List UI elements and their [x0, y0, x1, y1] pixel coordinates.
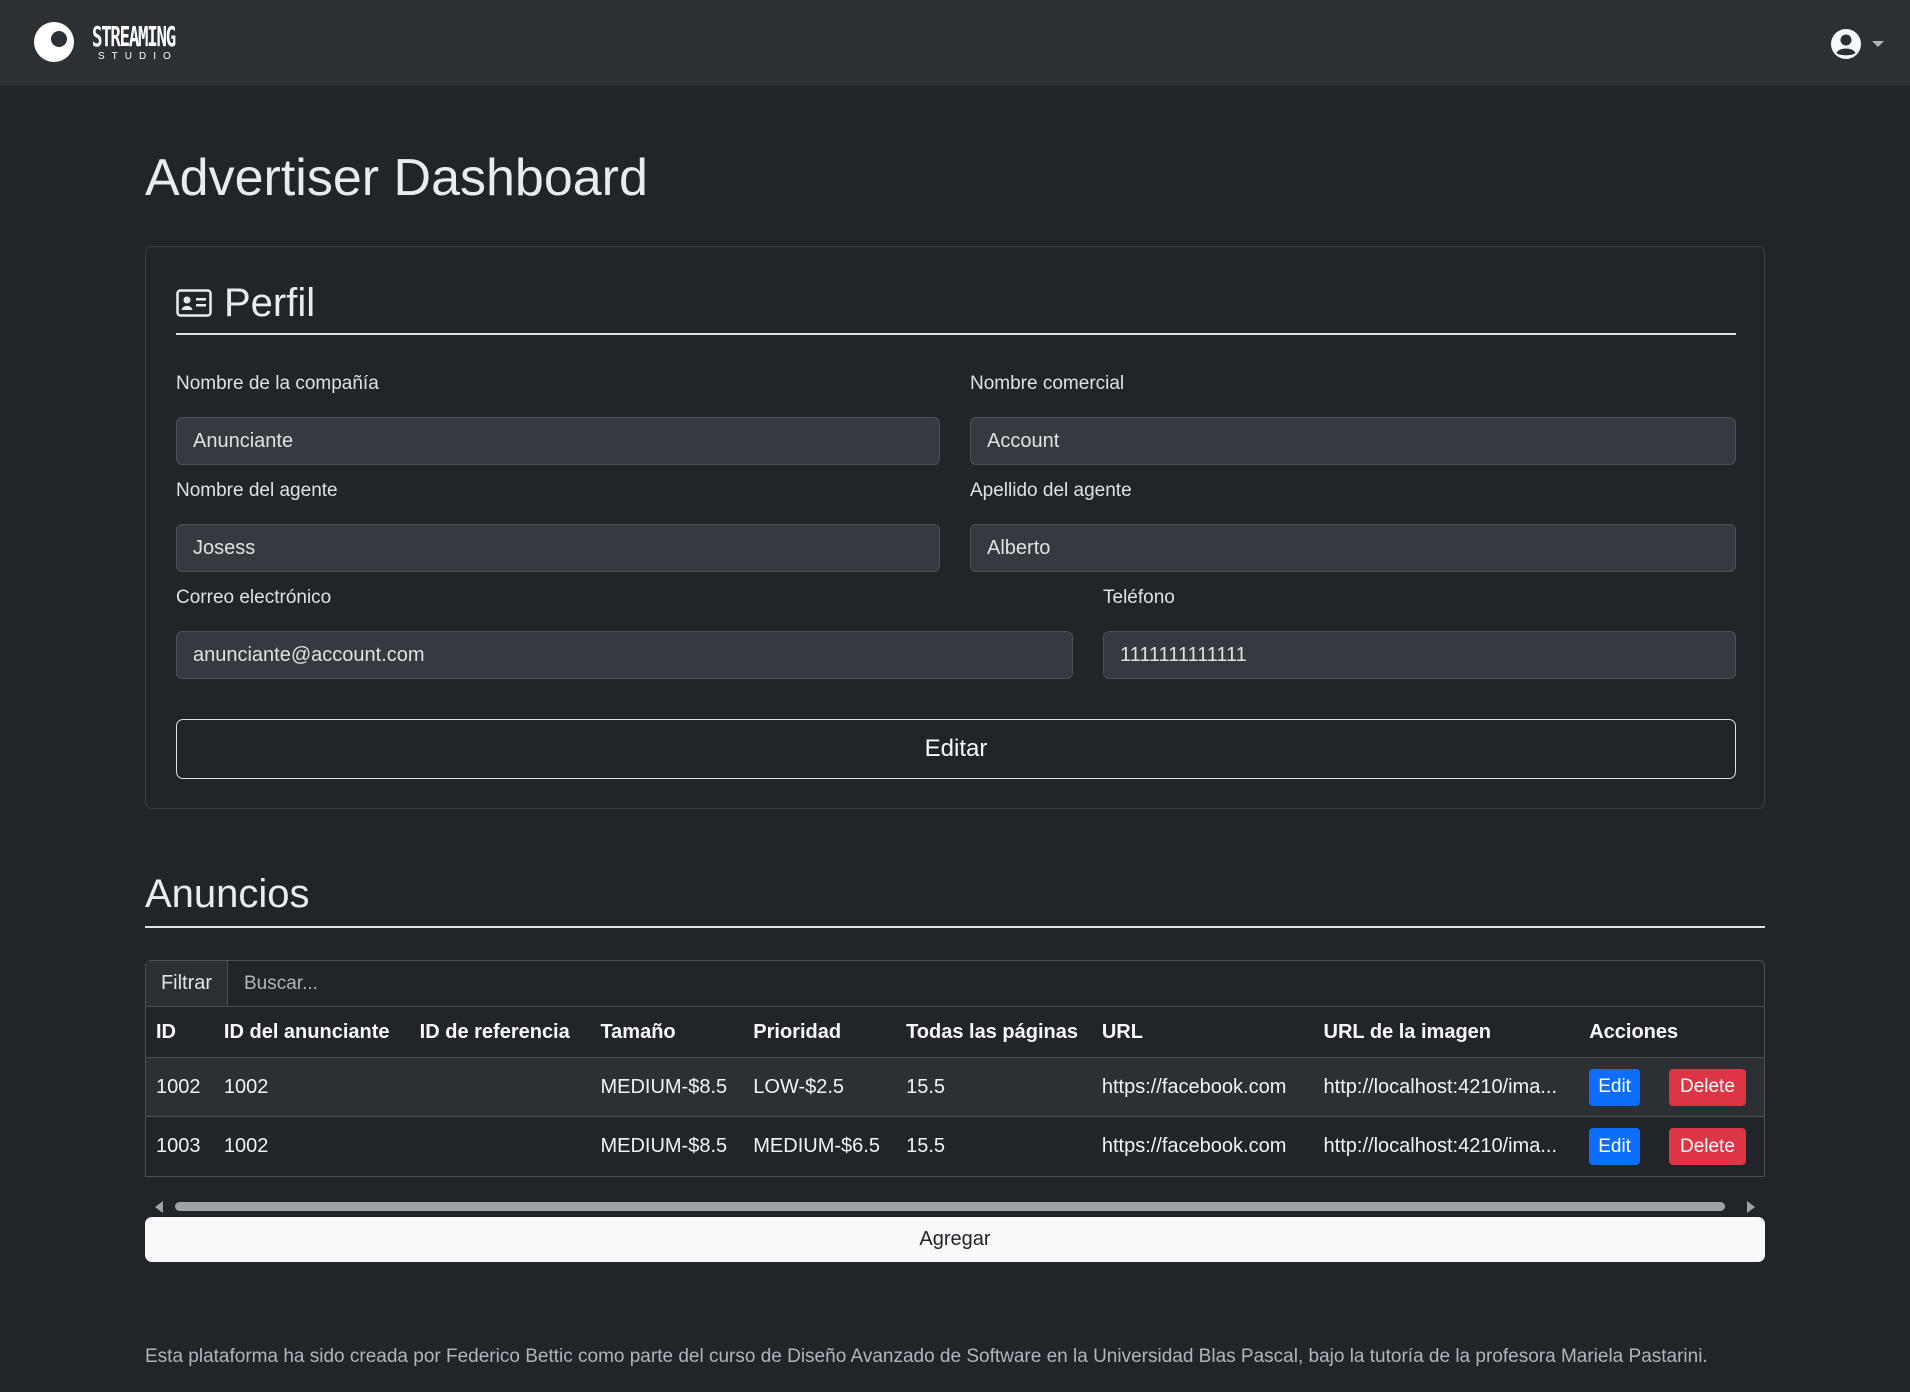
email-label: Correo electrónico — [176, 587, 332, 608]
edit-ad-button[interactable]: Edit — [1589, 1068, 1640, 1106]
table-cell: MEDIUM-$8.5 — [600, 1135, 728, 1157]
agent-first-name-label: Nombre del agente — [176, 480, 338, 501]
page-title: Advertiser Dashboard — [145, 149, 648, 207]
table-header-row: ID ID del anunciante ID de referencia Ta… — [146, 1007, 1764, 1058]
top-navbar: STREAMING STUDIO — [0, 0, 1910, 86]
commercial-name-label: Nombre comercial — [970, 373, 1125, 394]
id-card-icon — [176, 289, 212, 317]
table-row: 1002 1002 MEDIUM-$8.5 LOW-$2.5 15.5 http… — [146, 1058, 1764, 1117]
actions-cell: Edit Delete — [1579, 1128, 1764, 1165]
agent-last-name-input[interactable]: Alberto — [970, 524, 1736, 572]
horizontal-scrollbar[interactable] — [145, 1197, 1765, 1215]
brand-subtitle: STUDIO — [98, 50, 178, 62]
agent-first-name-input[interactable]: Josess — [176, 524, 940, 572]
edit-profile-button[interactable]: Editar — [176, 719, 1736, 779]
table-cell: https://facebook.com — [1101, 1075, 1287, 1098]
column-header[interactable]: Tamaño — [590, 1021, 743, 1044]
section-divider — [145, 926, 1765, 928]
ads-section-title: Anuncios — [145, 872, 310, 916]
email-input[interactable]: anunciante@account.com — [176, 631, 1073, 679]
table-cell: http://localhost:4210/ima... — [1323, 1075, 1558, 1098]
add-ad-button[interactable]: Agregar — [145, 1217, 1765, 1262]
company-name-input[interactable]: Anunciante — [176, 417, 940, 465]
email-field: Correo electrónico anunciante@account.co… — [176, 587, 1073, 679]
user-circle-icon — [1831, 29, 1861, 59]
company-name-label: Nombre de la compañía — [176, 373, 379, 394]
agent-last-name-field: Apellido del agente Alberto — [970, 480, 1736, 572]
phone-input[interactable]: 1111111111111 — [1103, 631, 1736, 679]
commercial-name-input[interactable]: Account — [970, 417, 1736, 465]
filter-group: Filtrar Buscar... — [145, 960, 1765, 1007]
scroll-right-icon[interactable] — [1747, 1201, 1755, 1213]
profile-title: Perfil — [224, 281, 316, 325]
table-cell: MEDIUM-$6.5 — [753, 1135, 880, 1157]
phone-label: Teléfono — [1103, 587, 1175, 608]
user-menu-toggle[interactable] — [1830, 28, 1884, 60]
table-cell: http://localhost:4210/ima... — [1323, 1135, 1558, 1157]
chevron-down-icon — [1872, 41, 1884, 47]
table-cell: 15.5 — [906, 1135, 946, 1157]
column-header[interactable]: Todas las páginas — [896, 1021, 1092, 1044]
table-cell: LOW-$2.5 — [753, 1075, 845, 1098]
table-cell: 1002 — [156, 1075, 201, 1098]
delete-ad-button[interactable]: Delete — [1668, 1128, 1746, 1165]
table-cell: 15.5 — [906, 1075, 946, 1098]
logo-icon — [34, 22, 74, 62]
column-header[interactable]: ID — [146, 1021, 214, 1044]
profile-header: Perfil — [176, 283, 1736, 335]
delete-ad-button[interactable]: Delete — [1668, 1068, 1746, 1106]
ads-table: ID ID del anunciante ID de referencia Ta… — [145, 1007, 1765, 1177]
edit-ad-button[interactable]: Edit — [1589, 1128, 1640, 1165]
profile-card: Perfil Nombre de la compañía Anunciante … — [145, 246, 1765, 809]
column-header[interactable]: URL — [1092, 1021, 1314, 1044]
table-cell: 1002 — [223, 1075, 269, 1098]
agent-first-name-field: Nombre del agente Josess — [176, 480, 940, 572]
table-row: 1003 1002 MEDIUM-$8.5 MEDIUM-$6.5 15.5 h… — [146, 1117, 1764, 1176]
table-cell: 1003 — [156, 1135, 201, 1157]
column-header[interactable]: URL de la imagen — [1314, 1021, 1580, 1044]
column-header[interactable]: Prioridad — [743, 1021, 896, 1044]
table-cell: 1002 — [223, 1135, 269, 1157]
scrollbar-thumb[interactable] — [175, 1202, 1725, 1211]
phone-field: Teléfono 1111111111111 — [1103, 587, 1736, 679]
actions-cell: Edit Delete — [1579, 1068, 1764, 1106]
column-header: Acciones — [1589, 1020, 1679, 1043]
scroll-left-icon[interactable] — [155, 1201, 163, 1213]
footer-text: Esta plataforma ha sido creada por Feder… — [145, 1346, 1708, 1367]
brand-logo[interactable]: STREAMING STUDIO — [34, 22, 226, 62]
brand-name: STREAMING — [92, 19, 176, 53]
table-cell: MEDIUM-$8.5 — [600, 1075, 728, 1098]
column-header[interactable]: ID de referencia — [410, 1021, 591, 1044]
commercial-name-field: Nombre comercial Account — [970, 373, 1736, 465]
company-name-field: Nombre de la compañía Anunciante — [176, 373, 940, 465]
agent-last-name-label: Apellido del agente — [970, 480, 1132, 501]
table-cell: https://facebook.com — [1101, 1135, 1287, 1157]
search-input[interactable]: Buscar... — [228, 961, 1764, 1006]
column-header[interactable]: ID del anunciante — [214, 1021, 410, 1044]
filter-label: Filtrar — [146, 961, 228, 1006]
